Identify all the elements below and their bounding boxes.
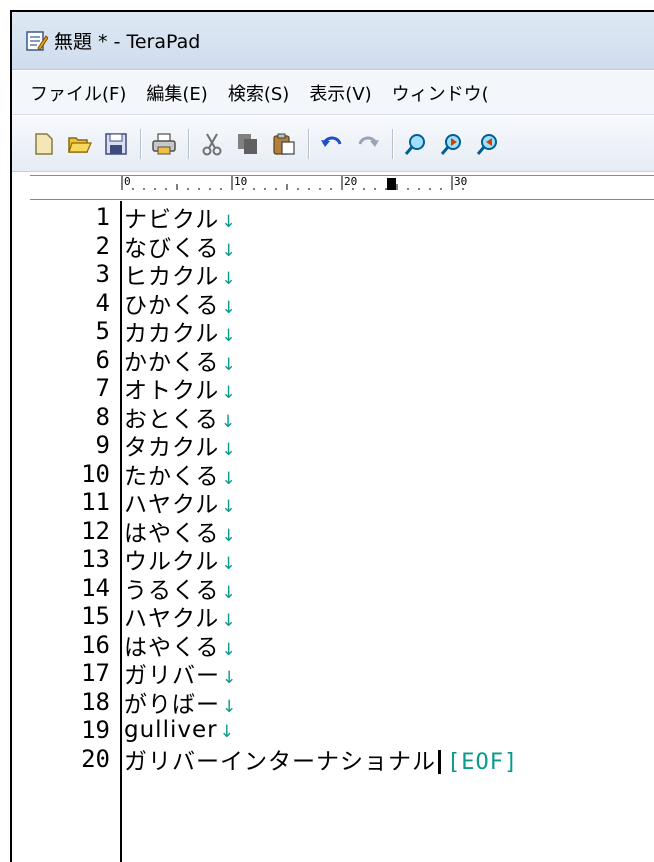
redo-icon[interactable]: [354, 130, 382, 158]
column-ruler: 0 10 20 30: [30, 175, 654, 200]
toolbar: [12, 116, 654, 172]
text-caret: [438, 750, 441, 774]
copy-icon[interactable]: [234, 130, 262, 158]
editor-line[interactable]: 16 はやくる ↓: [12, 630, 237, 661]
ruler-label-20: 20: [344, 175, 358, 188]
line-number: 17: [81, 659, 110, 687]
editor-line[interactable]: 13 ウルクル ↓: [12, 545, 237, 575]
menu-search[interactable]: 検索(S): [218, 80, 299, 106]
line-number: 2: [95, 231, 110, 260]
line-number: 9: [95, 431, 110, 459]
editor-line[interactable]: 8 おとくる ↓: [12, 402, 236, 433]
window-title: 無題 * - TeraPad: [54, 31, 201, 53]
editor-line[interactable]: 3 ヒカクル ↓: [12, 260, 237, 290]
line-number: 20: [81, 744, 110, 773]
cut-icon[interactable]: [198, 130, 226, 158]
editor-line[interactable]: 19 gulliver ↓: [12, 716, 235, 744]
line-number: 5: [95, 317, 110, 345]
line-number: 13: [81, 545, 110, 573]
toolbar-separator: [140, 128, 142, 159]
editor-line[interactable]: 10 たかくる ↓: [12, 459, 237, 490]
eol-mark: ↓: [219, 722, 235, 742]
toolbar-separator: [392, 128, 394, 159]
editor-line[interactable]: 20 ガリバーインターナショナル [EOF]: [12, 742, 518, 776]
editor-line[interactable]: 2 なびくる ↓: [12, 231, 237, 262]
menu-file[interactable]: ファイル(F): [20, 80, 136, 106]
line-content: gulliver: [124, 717, 218, 743]
editor-line[interactable]: 4 ひかくる ↓: [12, 288, 237, 319]
toolbar-separator: [308, 128, 310, 159]
open-folder-icon[interactable]: [66, 130, 94, 158]
editor-line[interactable]: 18 がりばー ↓: [12, 685, 237, 719]
line-number: 15: [81, 602, 110, 630]
find-prev-icon[interactable]: [474, 130, 502, 158]
line-number: 4: [95, 288, 110, 317]
line-number: 1: [95, 203, 110, 231]
editor-line[interactable]: 11 ハヤクル ↓: [12, 488, 237, 518]
line-number: 10: [81, 459, 110, 488]
editor-line[interactable]: 14 うるくる ↓: [12, 573, 237, 604]
ruler-label-30: 30: [454, 175, 468, 188]
menu-window[interactable]: ウィンドウ(: [382, 80, 499, 106]
save-disk-icon[interactable]: [102, 130, 130, 158]
paste-icon[interactable]: [270, 130, 298, 158]
line-number: 14: [81, 573, 110, 602]
ruler-label-10: 10: [234, 175, 248, 188]
line-number: 18: [81, 687, 110, 716]
editor-line[interactable]: 5 カカクル ↓: [12, 317, 237, 347]
text-editor-area[interactable]: 1 ナビクル ↓ 2 なびくる ↓ 3 ヒカクル ↓ 4 ひかくる ↓ 5 カカクル ↓ 6 かかくる ↓ 7 オトク…: [12, 201, 654, 862]
terapad-window: 無題 * - TeraPad ファイル(F) 編集(E) 検索(S) 表示(V)…: [10, 10, 654, 862]
print-icon[interactable]: [150, 130, 178, 158]
line-number: 3: [95, 260, 110, 288]
ruler-label-0: 0: [124, 175, 131, 188]
undo-icon[interactable]: [318, 130, 346, 158]
new-file-icon[interactable]: [30, 130, 58, 158]
menu-bar: ファイル(F) 編集(E) 検索(S) 表示(V) ウィンドウ(: [12, 71, 654, 115]
editor-line[interactable]: 15 ハヤクル ↓: [12, 602, 237, 632]
line-number: 7: [95, 374, 110, 402]
line-text: gulliver ↓: [124, 717, 235, 743]
line-number: 16: [81, 630, 110, 659]
line-text: がりばー ↓: [124, 685, 237, 719]
line-content: がりばー: [124, 691, 220, 718]
line-number: 6: [95, 345, 110, 374]
line-number: 11: [81, 488, 110, 516]
editor-line[interactable]: 6 かかくる ↓: [12, 345, 237, 376]
editor-line[interactable]: 1 ナビクル ↓: [12, 203, 237, 233]
find-icon[interactable]: [402, 130, 430, 158]
eol-mark: ↓: [222, 696, 238, 717]
line-number: 19: [81, 716, 110, 744]
toolbar-separator: [188, 128, 190, 159]
editor-line[interactable]: 7 オトクル ↓: [12, 374, 237, 404]
menu-edit[interactable]: 編集(E): [136, 80, 217, 106]
line-number: 8: [95, 402, 110, 431]
terapad-app-icon: [26, 30, 49, 52]
ruler-cursor-marker: [387, 178, 396, 190]
find-next-icon[interactable]: [438, 130, 466, 158]
editor-line[interactable]: 17 ガリバー ↓: [12, 659, 237, 689]
menu-view[interactable]: 表示(V): [299, 80, 381, 106]
title-bar[interactable]: 無題 * - TeraPad: [12, 12, 654, 70]
line-number: 12: [81, 516, 110, 545]
line-content: ガリバーインターナショナル: [124, 748, 436, 775]
line-text: ガリバーインターナショナル [EOF]: [124, 742, 518, 776]
editor-line[interactable]: 12 はやくる ↓: [12, 516, 237, 547]
eof-mark: [EOF]: [447, 749, 519, 775]
editor-line[interactable]: 9 タカクル ↓: [12, 431, 237, 461]
